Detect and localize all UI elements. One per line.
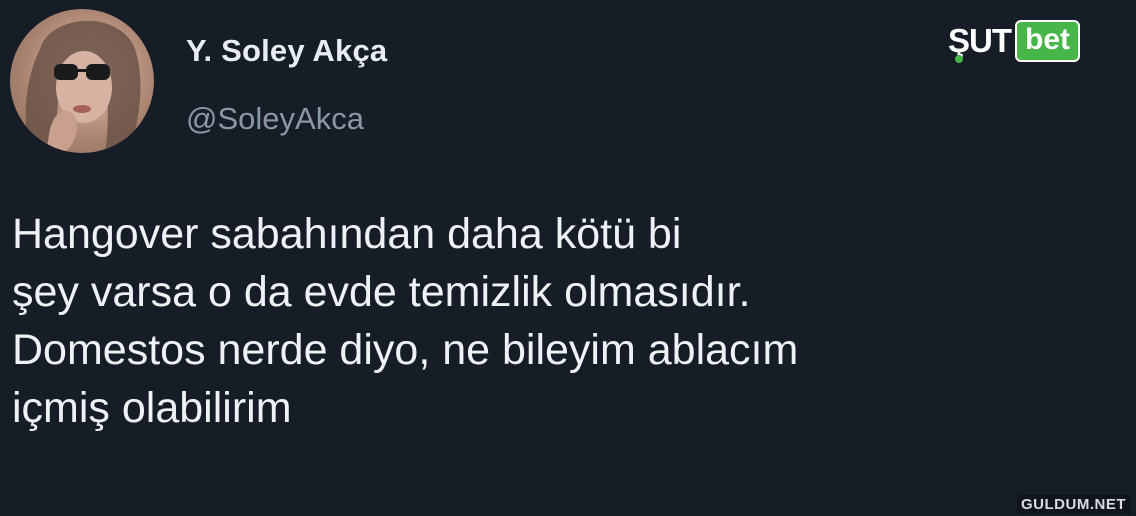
tweet-text-line: Domestos nerde diyo, ne bileyim ablacım xyxy=(12,326,799,374)
tweet-text-line: Hangover sabahından daha kötü bi xyxy=(12,210,682,258)
logo-text-bet: bet xyxy=(1015,20,1080,62)
avatar[interactable] xyxy=(10,9,154,153)
tweet-card: Y. Soley Akça @SoleyAkca ŞUT bet Hangove… xyxy=(0,0,1136,516)
display-name[interactable]: Y. Soley Akça xyxy=(186,33,387,69)
avatar-photo xyxy=(25,20,141,153)
tweet-text: Hangover sabahından daha kötü bi şey var… xyxy=(12,205,1122,437)
tweet-text-line: içmiş olabilirim xyxy=(12,384,292,432)
site-watermark: GULDUM.NET xyxy=(1017,495,1130,514)
sutbet-logo: ŞUT bet xyxy=(948,20,1080,63)
user-handle[interactable]: @SoleyAkca xyxy=(186,101,364,137)
tweet-text-line: şey varsa o da evde temizlik olmasıdır. xyxy=(12,268,751,316)
logo-text-sut: ŞUT xyxy=(948,22,1012,63)
